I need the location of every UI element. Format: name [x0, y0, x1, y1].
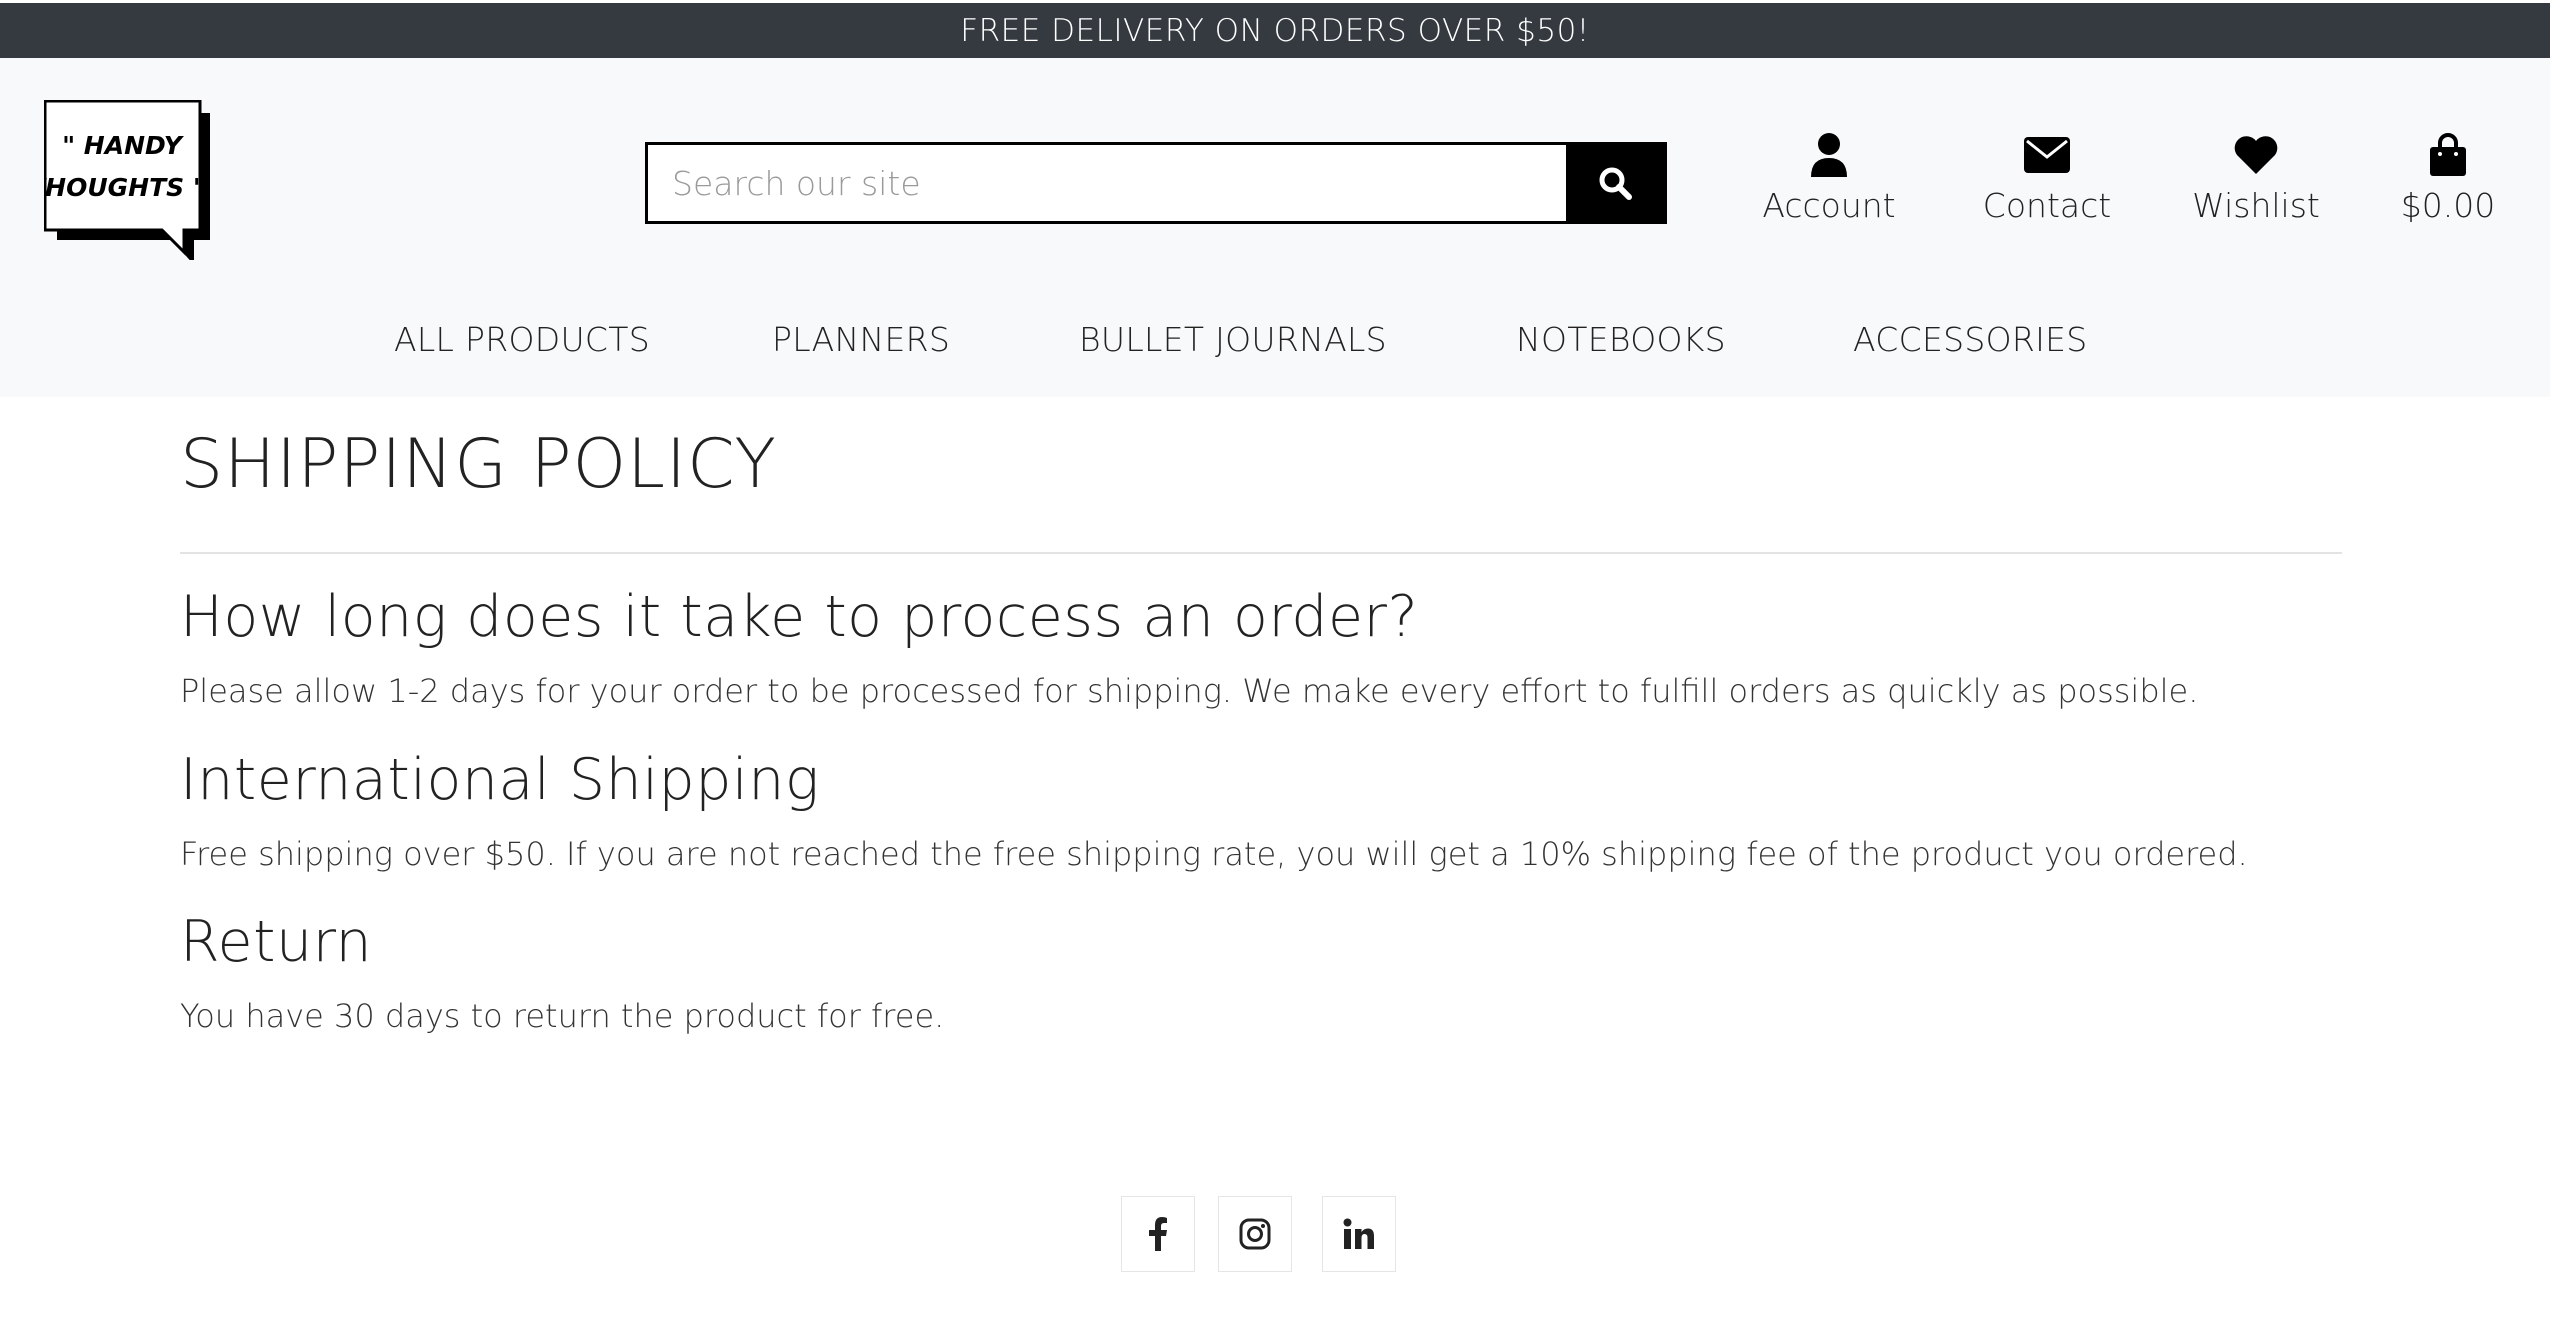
nav-item-all-products[interactable]: ALL PRODUCTS [394, 320, 650, 359]
facebook-link[interactable] [1121, 1196, 1195, 1272]
facebook-icon [1149, 1217, 1167, 1251]
user-icon [1811, 133, 1847, 177]
contact-label: Contact [1982, 186, 2112, 225]
main-nav: ALL PRODUCTS PLANNERS BULLET JOURNALS NO… [0, 320, 2550, 380]
promo-banner: FREE DELIVERY ON ORDERS OVER $50! [0, 3, 2550, 58]
search-form [645, 142, 1667, 224]
handy-thoughts-logo[interactable]: " HANDY THOUGHTS " [44, 100, 214, 260]
site-header: " HANDY THOUGHTS " Account Con [0, 58, 2550, 397]
nav-item-accessories[interactable]: ACCESSORIES [1853, 320, 2088, 359]
linkedin-link[interactable] [1322, 1196, 1396, 1272]
svg-text:THOUGHTS ": THOUGHTS " [44, 173, 206, 202]
nav-item-notebooks[interactable]: NOTEBOOKS [1516, 320, 1726, 359]
linkedin-icon [1343, 1218, 1374, 1249]
account-label: Account [1762, 186, 1896, 225]
title-divider [180, 552, 2342, 554]
search-input[interactable] [648, 145, 1566, 221]
instagram-icon [1239, 1218, 1271, 1250]
envelope-icon [2024, 137, 2070, 173]
search-icon [1599, 167, 1632, 200]
section-heading: International Shipping [180, 747, 820, 813]
wishlist-link[interactable]: Wishlist [2191, 130, 2321, 225]
instagram-link[interactable] [1218, 1196, 1292, 1272]
section-heading: Return [180, 909, 373, 975]
contact-link[interactable]: Contact [1982, 130, 2112, 225]
heart-icon [2234, 136, 2278, 174]
wishlist-label: Wishlist [2192, 186, 2320, 225]
nav-item-planners[interactable]: PLANNERS [772, 320, 950, 359]
svg-text:" HANDY: " HANDY [62, 131, 185, 160]
section-body: You have 30 days to return the product f… [180, 997, 945, 1035]
section-body: Please allow 1-2 days for your order to … [180, 672, 2199, 710]
nav-item-bullet-journals[interactable]: BULLET JOURNALS [1079, 320, 1387, 359]
section-body: Free shipping over $50. If you are not r… [180, 835, 2248, 873]
section-heading: How long does it take to process an orde… [180, 584, 1419, 650]
search-button[interactable] [1566, 145, 1664, 221]
shopping-bag-icon [2430, 133, 2466, 176]
cart-total: $0.00 [2400, 186, 2496, 225]
page-title: SHIPPING POLICY [180, 425, 777, 504]
account-link[interactable]: Account [1762, 130, 1896, 225]
cart-link[interactable]: $0.00 [2398, 130, 2498, 225]
promo-banner-text: FREE DELIVERY ON ORDERS OVER $50! [960, 12, 1590, 49]
